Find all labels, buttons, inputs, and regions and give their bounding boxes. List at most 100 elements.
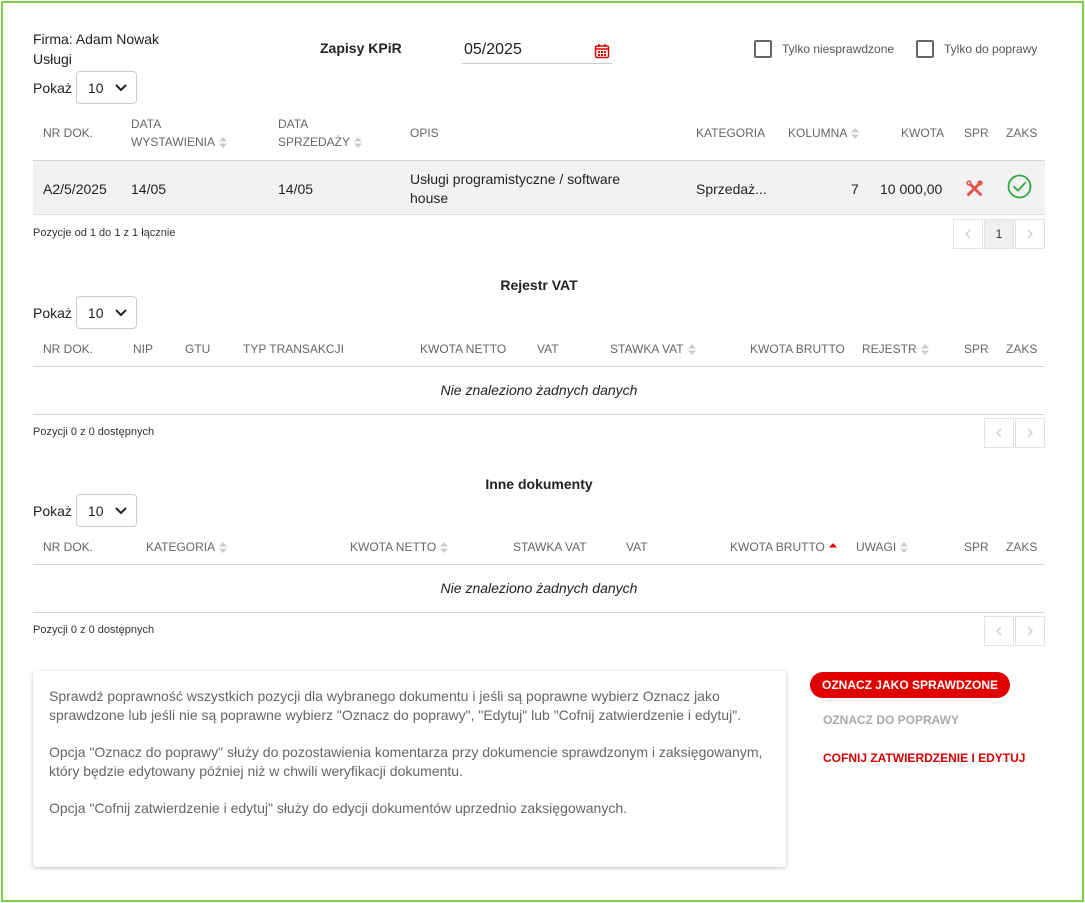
col-type[interactable]: TYP TRANSAKCJI <box>243 340 344 358</box>
filter-to-fix[interactable]: Tylko do poprawy <box>916 40 1037 58</box>
help-paragraph: Sprawdź poprawność wszystkich pozycji dl… <box>49 688 742 723</box>
sort-icon <box>687 344 696 356</box>
wrench-cross-icon[interactable] <box>966 180 983 197</box>
col-zaks[interactable]: ZAKS <box>1006 538 1037 556</box>
period-value: 05/2025 <box>464 41 522 58</box>
vat-page-size: Pokaż 10 <box>33 296 137 329</box>
col-date-issue-line1: DATA <box>131 117 162 131</box>
col-register[interactable]: REJESTR <box>862 340 929 358</box>
show-label: Pokaż <box>33 304 72 321</box>
help-paragraph: Opcja "Oznacz do poprawy" służy do pozos… <box>49 744 763 779</box>
show-label: Pokaż <box>33 79 72 96</box>
other-table-info: Pozycji 0 z 0 dostępnych <box>33 624 155 636</box>
other-page-size: Pokaż 10 <box>33 494 137 527</box>
col-gross-label: KWOTA BRUTTO <box>730 540 825 554</box>
other-empty-message: Nie znaleziono żadnych danych <box>440 580 638 596</box>
row-nr: A2/5/2025 <box>43 181 107 197</box>
check-circle-icon[interactable] <box>1007 174 1032 199</box>
mark-to-fix-button[interactable]: OZNACZ DO POPRAWY <box>823 713 959 727</box>
col-rate-label: STAWKA VAT <box>610 342 684 356</box>
sort-icon <box>900 542 909 554</box>
row-amount: 10 000,00 <box>880 181 943 197</box>
next-page-button[interactable] <box>1015 219 1045 249</box>
period-input[interactable]: 05/2025 <box>462 41 612 64</box>
col-gross[interactable]: KWOTA BRUTTO <box>750 340 845 358</box>
sort-icon <box>219 542 228 554</box>
col-zaks[interactable]: ZAKS <box>1006 124 1037 142</box>
sort-icon <box>440 542 449 554</box>
page-size-value: 10 <box>87 502 104 519</box>
company-name: Firma: Adam Nowak <box>33 31 160 47</box>
col-net[interactable]: KWOTA NETTO <box>420 340 506 358</box>
col-column-label: KOLUMNA <box>788 126 848 140</box>
col-date-issue[interactable]: DATA WYSTAWIENIA <box>131 115 227 151</box>
col-vat[interactable]: VAT <box>626 538 648 556</box>
kpir-page-size-select[interactable]: 10 <box>75 71 137 104</box>
col-gtu[interactable]: GTU <box>185 340 210 358</box>
sort-icon <box>354 137 363 149</box>
chevron-down-icon <box>115 83 127 91</box>
col-desc[interactable]: OPIS <box>410 124 439 142</box>
sort-icon <box>219 137 227 149</box>
prev-page-button[interactable] <box>953 219 983 249</box>
col-spr[interactable]: SPR <box>964 538 989 556</box>
col-category[interactable]: KATEGORIA <box>146 538 228 556</box>
revert-edit-button[interactable]: COFNIJ ZATWIERDZENIE I EDYTUJ <box>823 751 1025 765</box>
help-paragraph: Opcja "Cofnij zatwierdzenie i edytuj" sł… <box>49 800 628 816</box>
row-desc-line1: Usługi programistyczne / software <box>410 171 621 187</box>
page-button[interactable]: 1 <box>984 219 1014 249</box>
col-gross[interactable]: KWOTA BRUTTO <box>730 538 837 556</box>
next-page-button[interactable] <box>1015 418 1045 448</box>
col-amount[interactable]: KWOTA <box>901 124 944 142</box>
page-size-value: 10 <box>87 79 104 96</box>
prev-page-button[interactable] <box>984 418 1014 448</box>
col-rate[interactable]: STAWKA VAT <box>610 340 696 358</box>
other-pagination <box>983 616 1045 646</box>
col-net-label: KWOTA NETTO <box>350 540 437 554</box>
col-nr[interactable]: NR DOK. <box>43 124 93 142</box>
col-spr[interactable]: SPR <box>964 340 989 358</box>
show-label: Pokaż <box>33 502 72 519</box>
row-date-sale: 14/05 <box>278 181 314 197</box>
divider <box>33 612 1045 613</box>
chevron-down-icon <box>115 506 127 514</box>
row-category: Sprzedaż... <box>696 181 767 197</box>
kpir-table-info: Pozycje od 1 do 1 z 1 łącznie <box>33 227 176 239</box>
filter-unchecked-label: Tylko niesprawdzone <box>782 42 895 56</box>
vat-pagination <box>983 418 1045 448</box>
calendar-icon[interactable] <box>594 43 610 59</box>
filter-to-fix-checkbox[interactable] <box>916 40 934 58</box>
company-info: Firma: Adam Nowak Usługi <box>33 29 159 69</box>
col-vat[interactable]: VAT <box>537 340 559 358</box>
col-nr[interactable]: NR DOK. <box>43 340 93 358</box>
col-nip[interactable]: NIP <box>133 340 153 358</box>
vat-table-info: Pozycji 0 z 0 dostępnych <box>33 426 155 438</box>
chevron-left-icon <box>965 229 971 239</box>
col-rate[interactable]: STAWKA VAT <box>513 538 587 556</box>
col-spr[interactable]: SPR <box>964 124 989 142</box>
filter-unchecked[interactable]: Tylko niesprawdzone <box>754 40 894 58</box>
filter-to-fix-label: Tylko do poprawy <box>944 42 1038 56</box>
sort-icon <box>851 128 860 140</box>
sort-up-icon <box>828 543 837 548</box>
col-net[interactable]: KWOTA NETTO <box>350 538 449 556</box>
col-date-sale-line1: DATA <box>278 117 309 131</box>
col-zaks[interactable]: ZAKS <box>1006 340 1037 358</box>
other-page-size-select[interactable]: 10 <box>75 494 137 527</box>
col-nr[interactable]: NR DOK. <box>43 538 93 556</box>
prev-page-button[interactable] <box>984 616 1014 646</box>
col-date-sale[interactable]: DATA SPRZEDAŻY <box>278 115 363 151</box>
next-page-button[interactable] <box>1015 616 1045 646</box>
col-category[interactable]: KATEGORIA <box>696 124 765 142</box>
divider <box>33 564 1045 565</box>
filter-unchecked-checkbox[interactable] <box>754 40 772 58</box>
divider <box>33 366 1045 367</box>
vat-page-size-select[interactable]: 10 <box>75 296 137 329</box>
col-notes[interactable]: UWAGI <box>856 538 909 556</box>
mark-checked-button[interactable]: OZNACZ JAKO SPRAWDZONE <box>810 672 1010 698</box>
col-category-label: KATEGORIA <box>146 540 216 554</box>
chevron-right-icon <box>1027 626 1033 636</box>
kpir-pagination: 1 <box>952 219 1045 249</box>
chevron-right-icon <box>1027 229 1033 239</box>
col-column[interactable]: KOLUMNA <box>788 124 860 142</box>
